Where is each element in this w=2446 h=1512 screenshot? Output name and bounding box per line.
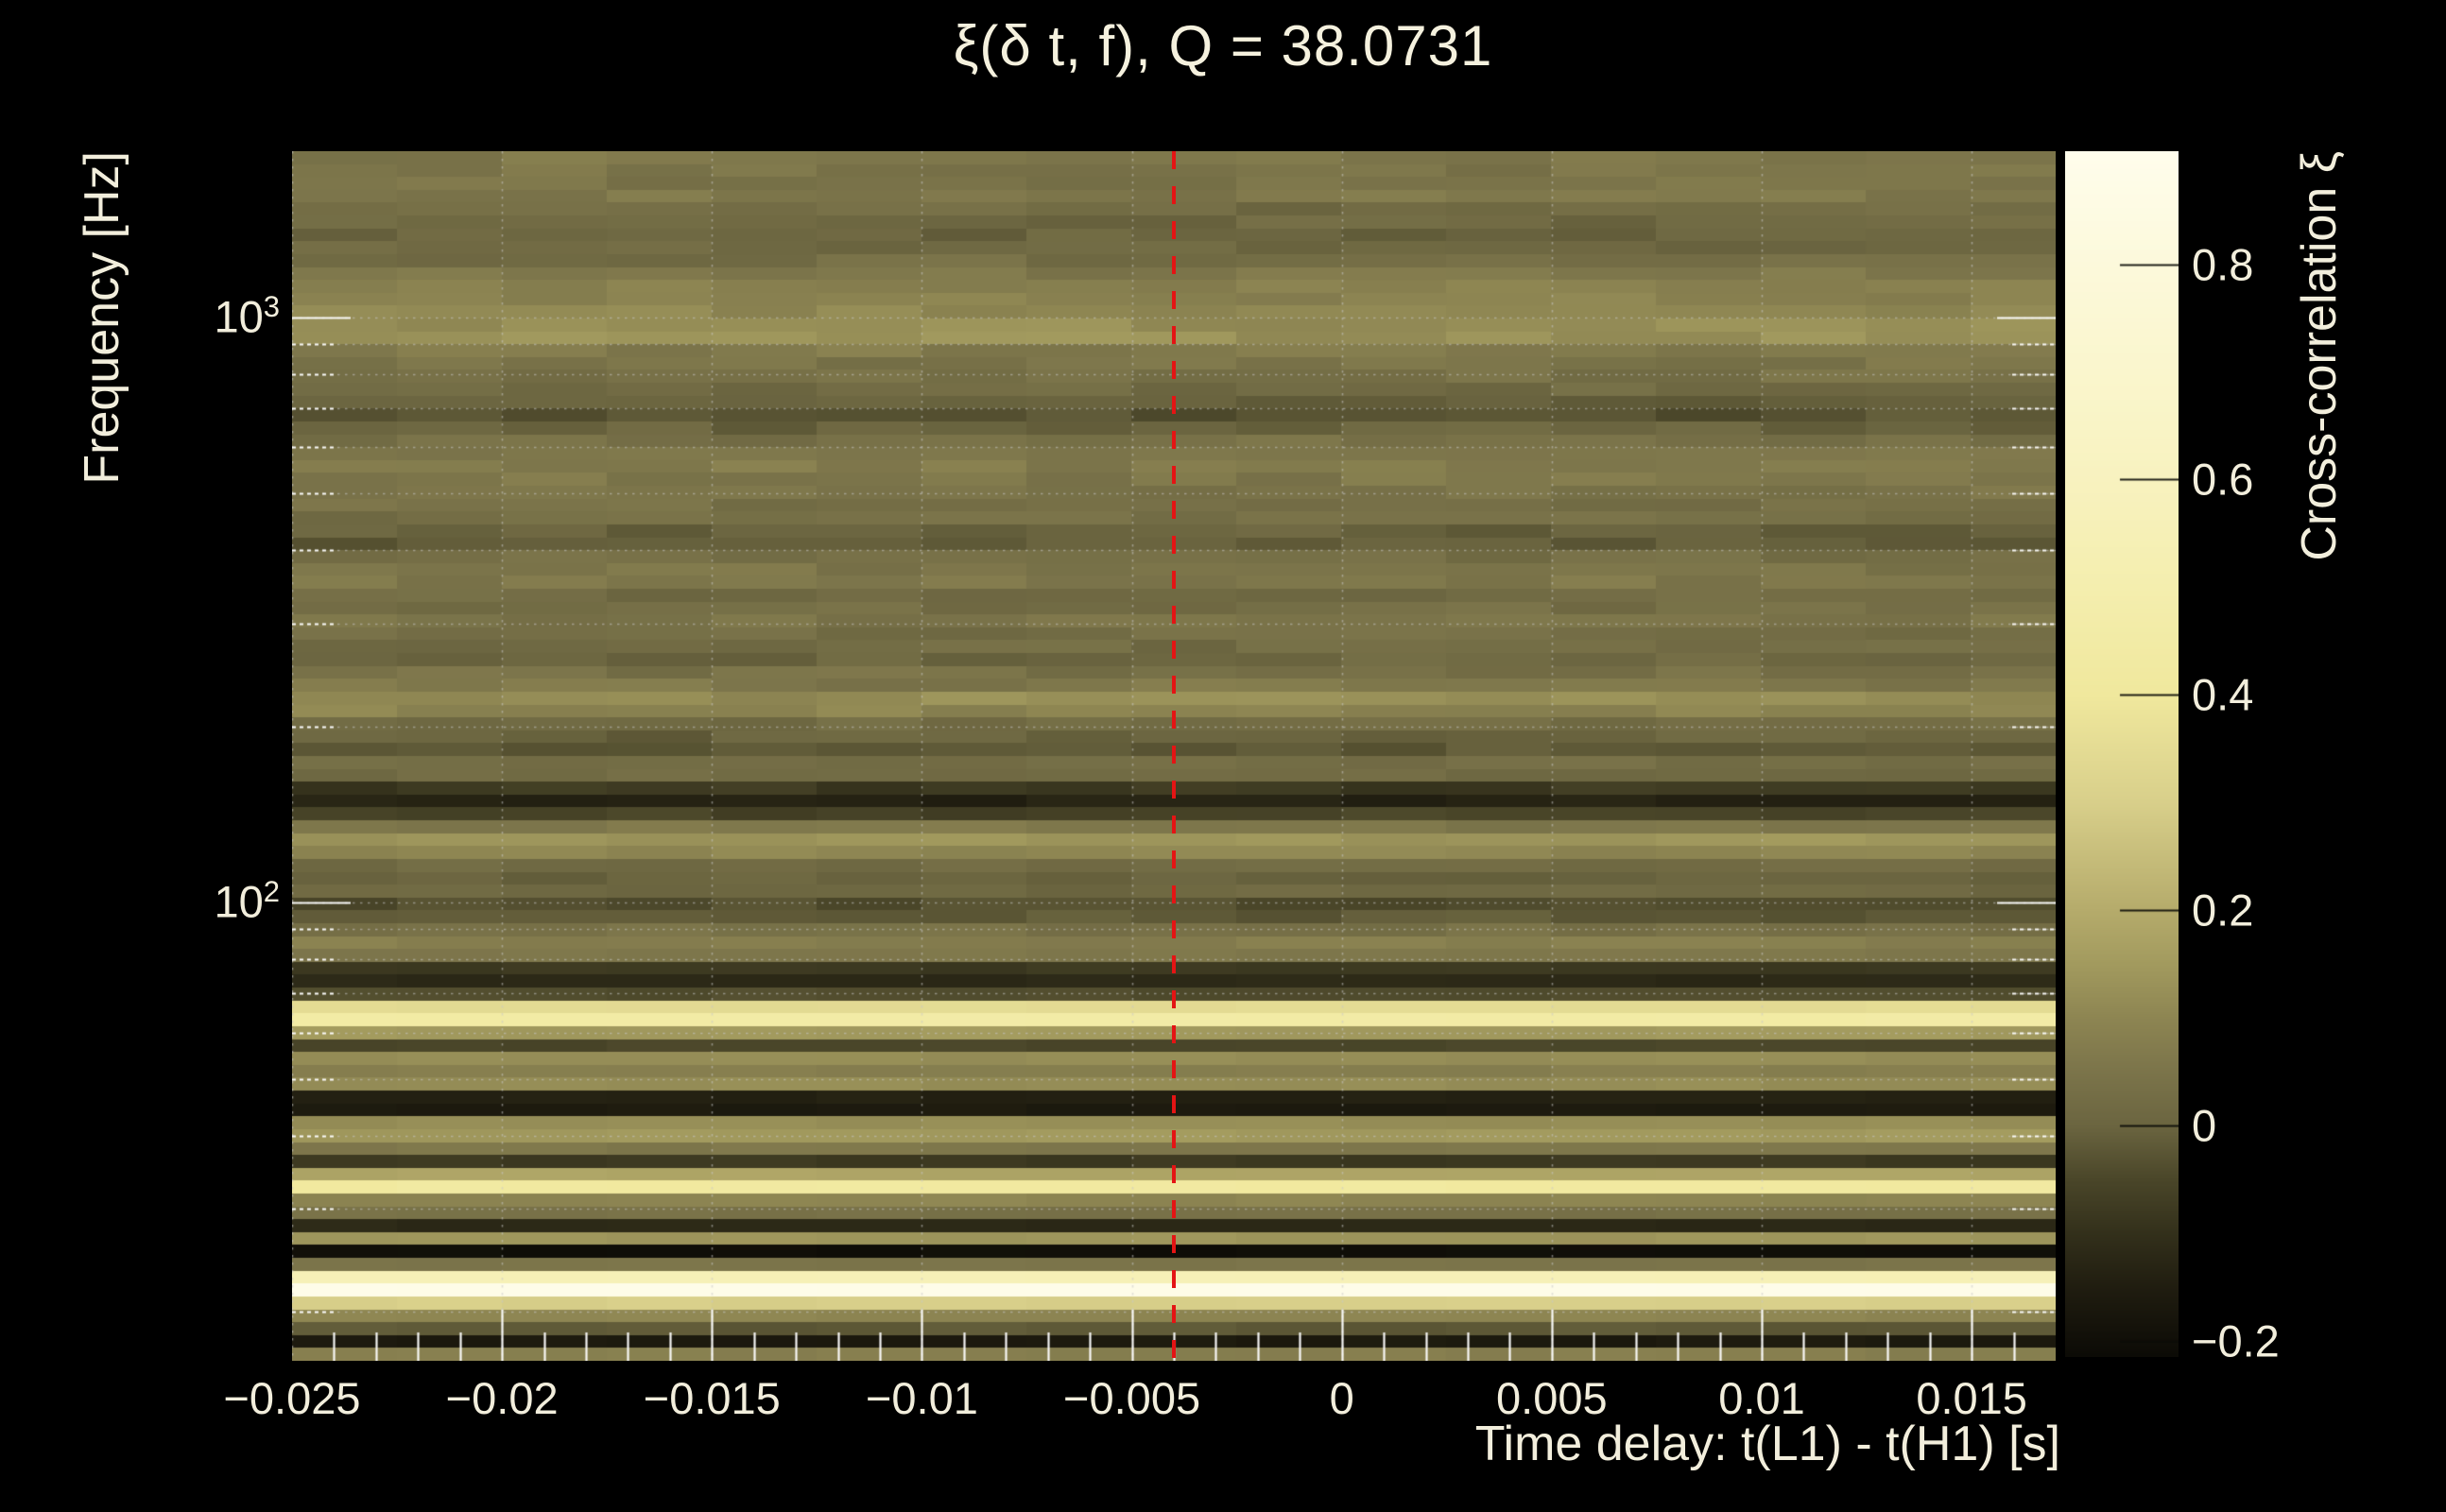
figure-root: ξ(δ t, f), Q = 38.0731 Frequency [Hz] Cr… [0,0,2446,1512]
colorbar-tick-label: 0 [2192,1100,2217,1151]
x-tick-label: −0.01 [865,1373,978,1423]
x-axis-title: Time delay: t(L1) - t(H1) [s] [1474,1417,2060,1471]
colorbar-tick-label: −0.2 [2192,1315,2280,1366]
x-tick-label: −0.005 [1063,1373,1201,1423]
plot-title: ξ(δ t, f), Q = 38.0731 [953,14,1493,77]
colorbar-tick-label: 0.4 [2192,669,2254,720]
colorbar-canvas [2065,151,2179,1357]
x-tick-label: 0.015 [1916,1373,2027,1423]
x-tick-label: −0.02 [445,1373,559,1423]
x-tick-label: −0.025 [223,1373,361,1423]
y-tick-label: 103 [214,289,280,342]
y-tick-label: 102 [214,875,280,927]
x-tick-label: −0.015 [643,1373,781,1423]
x-tick-label: 0 [1329,1373,1354,1423]
colorbar-tick-label: 0.8 [2192,239,2254,290]
time-delay-marker-line [1172,151,1176,1361]
colorbar-tick-label: 0.6 [2192,454,2254,505]
x-tick-label: 0.005 [1496,1373,1608,1423]
x-tick-label: 0.01 [1718,1373,1805,1423]
colorbar-tick-label: 0.2 [2192,885,2254,936]
